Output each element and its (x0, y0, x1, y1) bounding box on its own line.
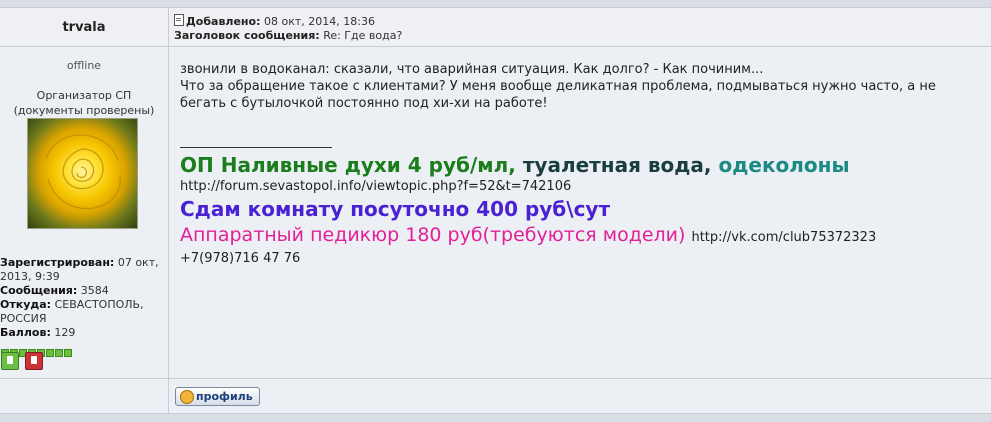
post-body: звонили в водоканал: сказали, что аварий… (180, 61, 985, 112)
author-info: Зарегистрирован: 07 окт, 2013, 9:39 Сооб… (0, 256, 168, 340)
post-date: Добавлено: 08 окт, 2014, 18:36 (174, 14, 402, 29)
signature-pedicure-line: Аппаратный педикюр 180 руб(требуются мод… (180, 224, 877, 246)
post-meta: Добавлено: 08 окт, 2014, 18:36 Заголовок… (174, 14, 402, 43)
online-status: offline (66, 59, 102, 72)
thumb-down-icon[interactable] (25, 352, 44, 370)
vote-buttons (1, 352, 44, 374)
yellow-rose-image (45, 134, 121, 210)
body-line: Что за обращение такое с клиентами? У ме… (180, 79, 936, 111)
content-column: Добавлено: 08 окт, 2014, 18:36 Заголовок… (169, 8, 991, 413)
post-header: Добавлено: 08 окт, 2014, 18:36 Заголовок… (169, 8, 991, 47)
author-footer (0, 378, 168, 414)
top-divider (0, 0, 991, 8)
posts-info: Сообщения: 3584 (0, 284, 109, 297)
thumb-up-icon[interactable] (1, 352, 19, 370)
author-name[interactable]: trvala (0, 20, 168, 35)
author-rank: Организатор СП (документы проверены) (0, 88, 168, 118)
location-info: Откуда: СЕВАСТОПОЛЬ, РОССИЯ (0, 298, 144, 325)
author-header: trvala (0, 8, 168, 47)
author-column: trvala offline Организатор СП (документы… (0, 8, 169, 413)
rating-dot (55, 349, 63, 357)
registered-info: Зарегистрирован: 07 окт, 2013, 9:39 (0, 256, 159, 283)
signature-vk-link[interactable]: http://vk.com/club75372323 (691, 230, 876, 245)
profile-button[interactable]: профиль (175, 387, 260, 406)
post-document-icon[interactable] (174, 14, 184, 26)
post-subject: Заголовок сообщения: Re: Где вода? (174, 29, 403, 42)
post-footer: профиль (169, 378, 991, 414)
avatar (27, 118, 138, 229)
forum-post: trvala offline Организатор СП (документы… (0, 0, 991, 422)
signature-perfume-line: ОП Наливные духи 4 руб/мл, туалетная вод… (180, 153, 850, 177)
rank-line: Организатор СП (36, 89, 132, 102)
signature-forum-link[interactable]: http://forum.sevastopol.info/viewtopic.p… (180, 178, 985, 195)
profile-icon (180, 390, 194, 404)
signature-phone: +7(978)716 47 76 (180, 251, 301, 266)
body-line: звонили в водоканал: сказали, что аварий… (180, 62, 764, 77)
points-info: Баллов: 129 (0, 326, 76, 339)
rank-line-verified: (документы проверены) (13, 104, 155, 117)
signature-divider (180, 147, 332, 148)
signature: ОП Наливные духи 4 руб/мл, туалетная вод… (180, 152, 985, 267)
rating-dot (64, 349, 72, 357)
signature-room-ad: Сдам комнату посуточно 400 руб\сут (180, 197, 611, 221)
rating-dot (46, 349, 54, 357)
